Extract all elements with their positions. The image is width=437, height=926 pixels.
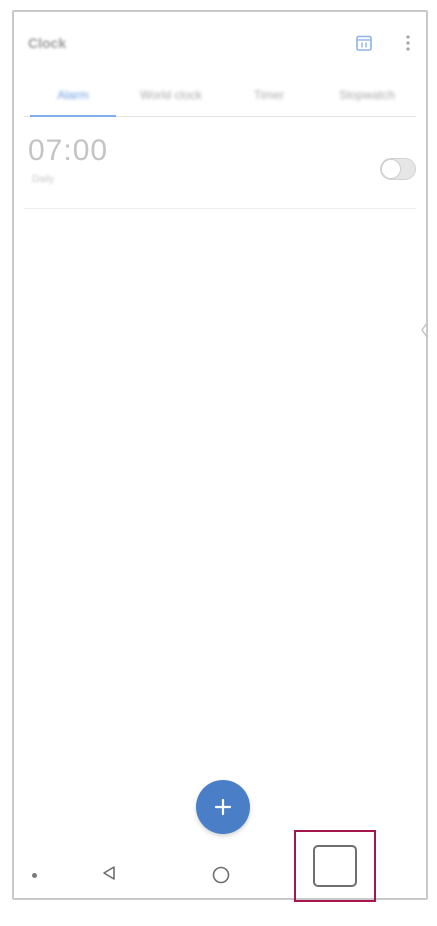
tab-timer-label: Timer (253, 88, 285, 102)
recents-button-highlight[interactable] (294, 830, 376, 902)
tab-alarm[interactable]: Alarm (24, 74, 122, 117)
tab-timer[interactable]: Timer (220, 74, 318, 116)
home-button[interactable] (210, 864, 232, 886)
calendar-icon[interactable] (354, 33, 374, 53)
tab-stopwatch-label: Stopwatch (338, 88, 396, 102)
tab-bar: Alarm World clock Timer Stopwatch (24, 74, 416, 117)
home-circle-icon (212, 866, 230, 884)
edge-panel-handle[interactable] (418, 308, 430, 352)
more-vert-icon[interactable] (398, 33, 418, 53)
alarm-repeat-label: Daily (32, 174, 55, 185)
tab-world-clock[interactable]: World clock (122, 74, 220, 116)
tab-world-clock-label: World clock (140, 88, 202, 102)
tab-alarm-label: Alarm (57, 88, 89, 102)
back-button[interactable] (96, 860, 122, 886)
alarm-time: 07:00 (28, 134, 109, 167)
recents-square-icon (313, 845, 357, 887)
add-alarm-button[interactable] (196, 780, 250, 834)
tab-stopwatch[interactable]: Stopwatch (318, 74, 416, 116)
nav-dot-indicator (32, 873, 37, 878)
back-triangle-icon (103, 866, 115, 880)
alarm-list-item[interactable]: 07:00 Daily (24, 124, 416, 209)
toggle-thumb (381, 159, 401, 179)
device-screen: Clock Alarm World clock Timer Stopwatch … (12, 10, 430, 902)
page: Clock Alarm World clock Timer Stopwatch … (0, 0, 437, 926)
plus-icon (214, 798, 232, 816)
alarm-toggle[interactable] (380, 158, 416, 180)
app-title: Clock (28, 35, 67, 51)
